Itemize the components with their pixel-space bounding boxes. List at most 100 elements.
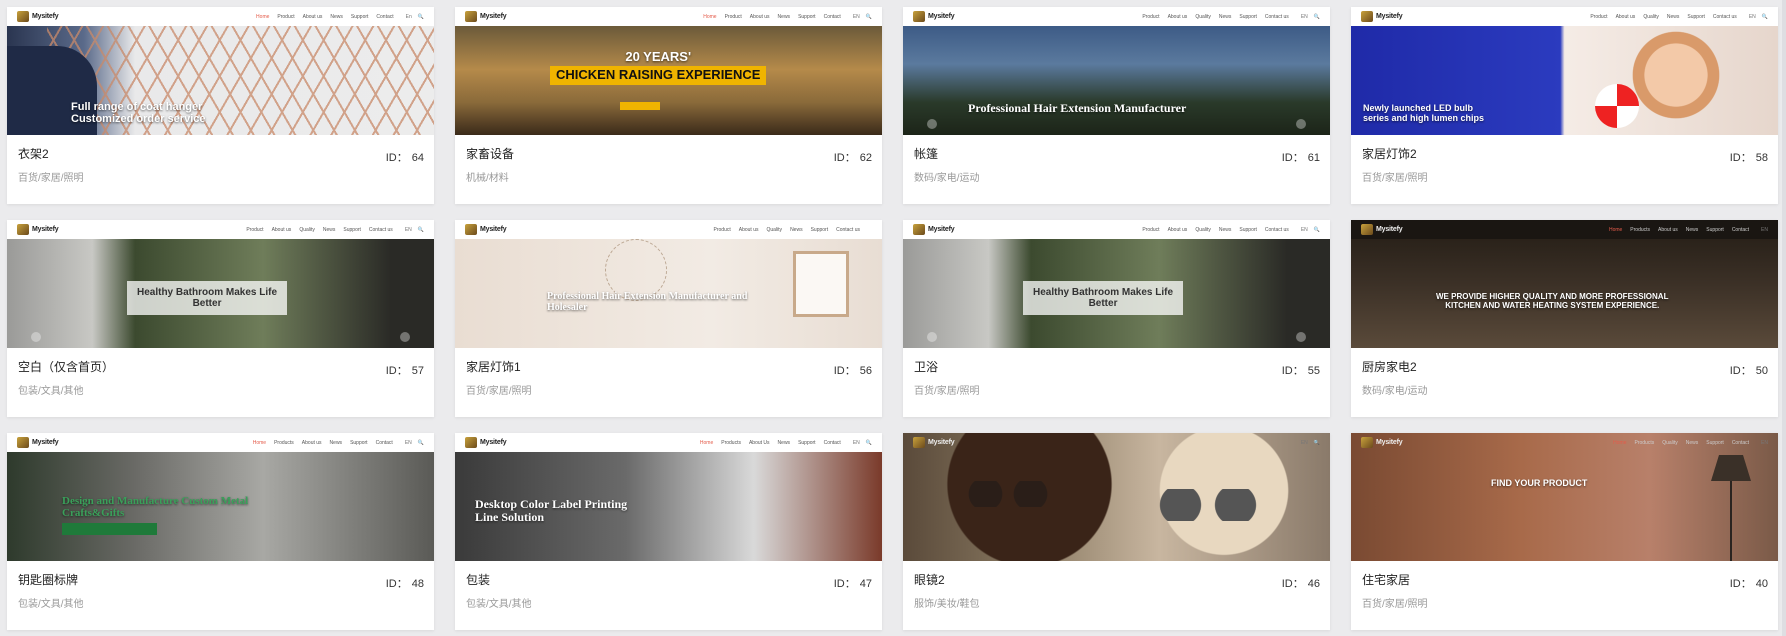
preview-nav-item: Contact us: [1712, 13, 1737, 20]
preview-nav-item: About us: [302, 13, 323, 20]
preview-nav-item: Home: [1608, 226, 1623, 233]
template-preview-image[interactable]: Mysitefy Product About us Quality News Suppor…: [1351, 7, 1778, 135]
template-title[interactable]: 帐篷: [914, 145, 938, 162]
template-title[interactable]: 家居灯饰2: [1362, 145, 1417, 162]
template-category: 百货/家居/照明: [914, 386, 980, 397]
preview-nav-item: Home: [252, 439, 267, 446]
template-preview-image[interactable]: Mysitefy Home Products About Us News Support C…: [455, 433, 882, 561]
logo-mark-icon: [465, 11, 477, 22]
template-card[interactable]: Mysitefy Product About us Quality News Suppor…: [903, 220, 1330, 417]
next-arrow-icon: [1296, 332, 1306, 342]
template-category: 服饰/美妆/鞋包: [914, 599, 980, 610]
preview-nav-item: Home: [256, 13, 270, 20]
preview-tools: EN 🔍: [1301, 440, 1320, 446]
template-id-value: 40: [1755, 578, 1768, 590]
preview-headline: Design and Manufacture Custom Metal Craf…: [62, 495, 249, 520]
logo-mark-icon: [913, 437, 925, 448]
template-preview-image[interactable]: Mysitefy Product About us Quality News Suppor…: [903, 7, 1330, 135]
preview-nav: Product About us Quality News Support Contact…: [1142, 227, 1288, 233]
template-preview-image[interactable]: Mysitefy Home Products About us News Support C…: [1351, 220, 1778, 348]
template-card[interactable]: Mysitefy Home Products About us News Support C…: [1351, 220, 1778, 417]
preview-lang-switch: En: [405, 13, 412, 20]
template-preview-image[interactable]: Mysitefy Product About us Quality News Suppor…: [7, 220, 434, 348]
template-title[interactable]: 空白（仅含首页）: [18, 358, 114, 375]
template-id-label: ID：: [1729, 365, 1752, 377]
template-category: 百货/家居/照明: [1362, 599, 1428, 610]
template-preview-image[interactable]: Mysitefy Home Products Quality News Support Co…: [1351, 433, 1778, 561]
template-id-value: 64: [411, 152, 424, 164]
preview-logo-text: Mysitefy: [32, 13, 59, 20]
template-info: 家居灯饰1 ID： 56 百货/家居/照明: [455, 348, 882, 417]
template-card[interactable]: Mysitefy Home Product About us News Support Co…: [455, 7, 882, 204]
preview-nav-item: Products: [1634, 439, 1655, 446]
preview-nav-item: Support: [1239, 226, 1257, 233]
template-info: 厨房家电2 ID： 50 数码/家电/运动: [1351, 348, 1778, 417]
template-title[interactable]: 包装: [466, 571, 490, 588]
preview-nav: Home Products About Us News Support Contact: [700, 440, 841, 446]
preview-logo-text: Mysitefy: [480, 226, 507, 233]
preview-tools: EN 🔍: [1301, 14, 1320, 20]
preview-logo-text: Mysitefy: [928, 13, 955, 20]
preview-banner: [903, 433, 1330, 561]
preview-nav: Home Products About us News Support Contact: [253, 440, 393, 446]
template-id: ID： 58: [1730, 149, 1768, 165]
template-title[interactable]: 家畜设备: [466, 145, 514, 162]
template-card[interactable]: Mysitefy Product About us Quality News Suppor…: [455, 220, 882, 417]
template-title[interactable]: 厨房家电2: [1362, 358, 1417, 375]
template-preview-image[interactable]: Mysitefy Home Product About us News Support Co…: [7, 7, 434, 135]
preview-nav-item: Product: [246, 226, 264, 233]
preview-nav-item: Home: [699, 439, 714, 446]
preview-banner: Desktop Color Label Printing Line Soluti…: [455, 452, 882, 561]
preview-nav-item: Product: [713, 226, 731, 233]
preview-lang-switch: EN: [1300, 439, 1308, 446]
template-category: 数码/家电/运动: [914, 173, 980, 184]
preview-nav: Product About us Quality News Support Contact…: [246, 227, 392, 233]
preview-logo: Mysitefy: [17, 437, 59, 448]
preview-lang-switch: EN: [1761, 226, 1768, 233]
template-title[interactable]: 眼镜2: [914, 571, 945, 588]
lamp-shade-shape: [1711, 455, 1751, 481]
preview-nav-item: About us: [738, 226, 759, 233]
template-preview-image[interactable]: Mysitefy Product About us Quality News Suppor…: [455, 220, 882, 348]
template-preview-image[interactable]: Mysitefy EN 🔍: [903, 433, 1330, 561]
preview-logo: Mysitefy: [1361, 224, 1403, 235]
template-preview-image[interactable]: Mysitefy Product About us Quality News Suppor…: [903, 220, 1330, 348]
preview-header: Mysitefy EN 🔍: [903, 433, 1330, 452]
template-id: ID： 46: [1282, 575, 1320, 591]
template-title[interactable]: 住宅家居: [1362, 571, 1410, 588]
template-title[interactable]: 卫浴: [914, 358, 938, 375]
template-card[interactable]: Mysitefy Product About us Quality News Suppor…: [7, 220, 434, 417]
preview-nav-item: News: [1685, 439, 1699, 446]
template-card[interactable]: Mysitefy Home Products About us News Support C…: [7, 433, 434, 630]
template-id-value: 55: [1307, 365, 1320, 377]
template-card[interactable]: Mysitefy Home Product About us News Support Co…: [7, 7, 434, 204]
template-id-label: ID：: [833, 365, 856, 377]
preview-nav-item: Quality: [1195, 13, 1211, 20]
preview-logo-text: Mysitefy: [1376, 439, 1403, 446]
page-scrollbar[interactable]: [1782, 0, 1786, 636]
preview-search-icon: 🔍: [1313, 13, 1320, 20]
template-id: ID： 57: [386, 362, 424, 378]
template-card[interactable]: Mysitefy Product About us Quality News Suppor…: [1351, 7, 1778, 204]
template-id: ID： 55: [1282, 362, 1320, 378]
preview-nav: Home Products About us News Support Contact: [1609, 227, 1749, 233]
preview-nav-item: Quality: [766, 226, 783, 233]
template-card[interactable]: Mysitefy Product About us Quality News Suppor…: [903, 7, 1330, 204]
preview-nav-item: Support: [1706, 226, 1724, 233]
template-title[interactable]: 衣架2: [18, 145, 49, 162]
template-title[interactable]: 家居灯饰1: [466, 358, 521, 375]
preview-nav-item: About us: [1658, 226, 1678, 233]
template-preview-image[interactable]: Mysitefy Home Products About us News Support C…: [7, 433, 434, 561]
preview-headline: Professional Hair Extension Manufacturer…: [547, 291, 748, 313]
template-card[interactable]: Mysitefy Home Products Quality News Support Co…: [1351, 433, 1778, 630]
preview-tools: EN 🔍: [853, 440, 872, 446]
preview-logo-text: Mysitefy: [928, 226, 955, 233]
template-card[interactable]: Mysitefy EN 🔍 眼镜2 ID： 46 服饰/美妆/鞋包: [903, 433, 1330, 630]
template-title[interactable]: 钥匙圈标牌: [18, 571, 78, 588]
logo-mark-icon: [17, 224, 29, 235]
preview-logo-text: Mysitefy: [928, 439, 955, 446]
template-preview-image[interactable]: Mysitefy Home Product About us News Support Co…: [455, 7, 882, 135]
template-card[interactable]: Mysitefy Home Products About Us News Support C…: [455, 433, 882, 630]
preview-tools: EN 🔍: [405, 440, 424, 446]
preview-nav-item: Quality: [1662, 439, 1678, 446]
